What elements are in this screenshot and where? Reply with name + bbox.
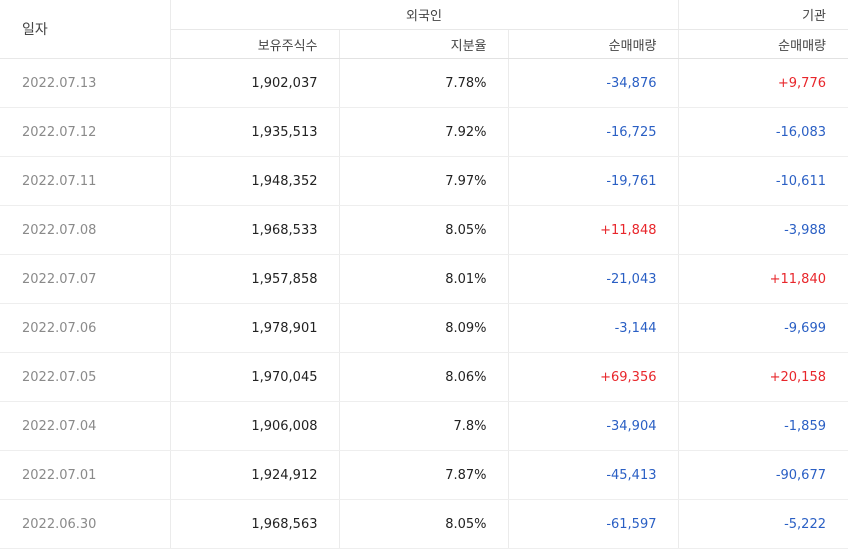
row-ratio: 7.87%	[339, 450, 509, 500]
foreign-net-column-header: 순매매량	[508, 29, 679, 59]
table-row: 2022.07.04 1,906,008 7.8% -34,904 -1,859	[0, 401, 848, 451]
row-ratio: 7.97%	[339, 156, 509, 206]
row-institution-net: -3,988	[678, 205, 848, 255]
row-institution-net: +11,840	[678, 254, 848, 304]
row-ratio: 8.06%	[339, 352, 509, 402]
row-holdings: 1,968,533	[170, 205, 340, 255]
row-foreign-net: +11,848	[508, 205, 679, 255]
row-date: 2022.06.30	[0, 499, 171, 549]
row-ratio: 8.01%	[339, 254, 509, 304]
row-holdings: 1,935,513	[170, 107, 340, 157]
table-row: 2022.07.13 1,902,037 7.78% -34,876 +9,77…	[0, 58, 848, 108]
row-date: 2022.07.11	[0, 156, 171, 206]
row-foreign-net: +69,356	[508, 352, 679, 402]
row-holdings: 1,948,352	[170, 156, 340, 206]
table-row: 2022.06.30 1,968,563 8.05% -61,597 -5,22…	[0, 499, 848, 549]
row-ratio: 8.05%	[339, 499, 509, 549]
row-foreign-net: -34,876	[508, 58, 679, 108]
row-foreign-net: -3,144	[508, 303, 679, 353]
date-column-header: 일자	[0, 0, 171, 59]
row-foreign-net: -21,043	[508, 254, 679, 304]
row-foreign-net: -61,597	[508, 499, 679, 549]
table-row: 2022.07.05 1,970,045 8.06% +69,356 +20,1…	[0, 352, 848, 402]
row-holdings: 1,970,045	[170, 352, 340, 402]
row-institution-net: -16,083	[678, 107, 848, 157]
row-holdings: 1,902,037	[170, 58, 340, 108]
row-foreign-net: -45,413	[508, 450, 679, 500]
investor-trading-table: 일자 외국인 기관 보유주식수 지분율 순매매량 순매매량 2022.07.13…	[0, 0, 848, 549]
row-ratio: 7.8%	[339, 401, 509, 451]
row-date: 2022.07.01	[0, 450, 171, 500]
row-date: 2022.07.12	[0, 107, 171, 157]
institution-net-column-header: 순매매량	[678, 29, 848, 59]
row-date: 2022.07.13	[0, 58, 171, 108]
row-institution-net: -90,677	[678, 450, 848, 500]
row-date: 2022.07.06	[0, 303, 171, 353]
table-row: 2022.07.01 1,924,912 7.87% -45,413 -90,6…	[0, 450, 848, 500]
table-body: 2022.07.13 1,902,037 7.78% -34,876 +9,77…	[0, 58, 848, 549]
table-header: 일자 외국인 기관 보유주식수 지분율 순매매량 순매매량	[0, 0, 848, 59]
row-institution-net: +9,776	[678, 58, 848, 108]
row-ratio: 8.09%	[339, 303, 509, 353]
row-holdings: 1,978,901	[170, 303, 340, 353]
row-institution-net: -1,859	[678, 401, 848, 451]
row-foreign-net: -34,904	[508, 401, 679, 451]
row-institution-net: -10,611	[678, 156, 848, 206]
row-ratio: 7.78%	[339, 58, 509, 108]
row-holdings: 1,924,912	[170, 450, 340, 500]
row-foreign-net: -19,761	[508, 156, 679, 206]
row-institution-net: -9,699	[678, 303, 848, 353]
row-holdings: 1,957,858	[170, 254, 340, 304]
foreign-group-header: 외국인	[170, 0, 679, 30]
row-date: 2022.07.07	[0, 254, 171, 304]
row-date: 2022.07.04	[0, 401, 171, 451]
table-row: 2022.07.12 1,935,513 7.92% -16,725 -16,0…	[0, 107, 848, 157]
row-institution-net: +20,158	[678, 352, 848, 402]
table-row: 2022.07.07 1,957,858 8.01% -21,043 +11,8…	[0, 254, 848, 304]
row-holdings: 1,968,563	[170, 499, 340, 549]
row-date: 2022.07.08	[0, 205, 171, 255]
holdings-column-header: 보유주식수	[170, 29, 340, 59]
ratio-column-header: 지분율	[339, 29, 509, 59]
table-row: 2022.07.06 1,978,901 8.09% -3,144 -9,699	[0, 303, 848, 353]
row-date: 2022.07.05	[0, 352, 171, 402]
institution-group-header: 기관	[678, 0, 848, 30]
table-row: 2022.07.08 1,968,533 8.05% +11,848 -3,98…	[0, 205, 848, 255]
row-institution-net: -5,222	[678, 499, 848, 549]
row-ratio: 7.92%	[339, 107, 509, 157]
investor-trading-table-container: 일자 외국인 기관 보유주식수 지분율 순매매량 순매매량 2022.07.13…	[0, 0, 852, 549]
row-foreign-net: -16,725	[508, 107, 679, 157]
row-ratio: 8.05%	[339, 205, 509, 255]
table-row: 2022.07.11 1,948,352 7.97% -19,761 -10,6…	[0, 156, 848, 206]
row-holdings: 1,906,008	[170, 401, 340, 451]
